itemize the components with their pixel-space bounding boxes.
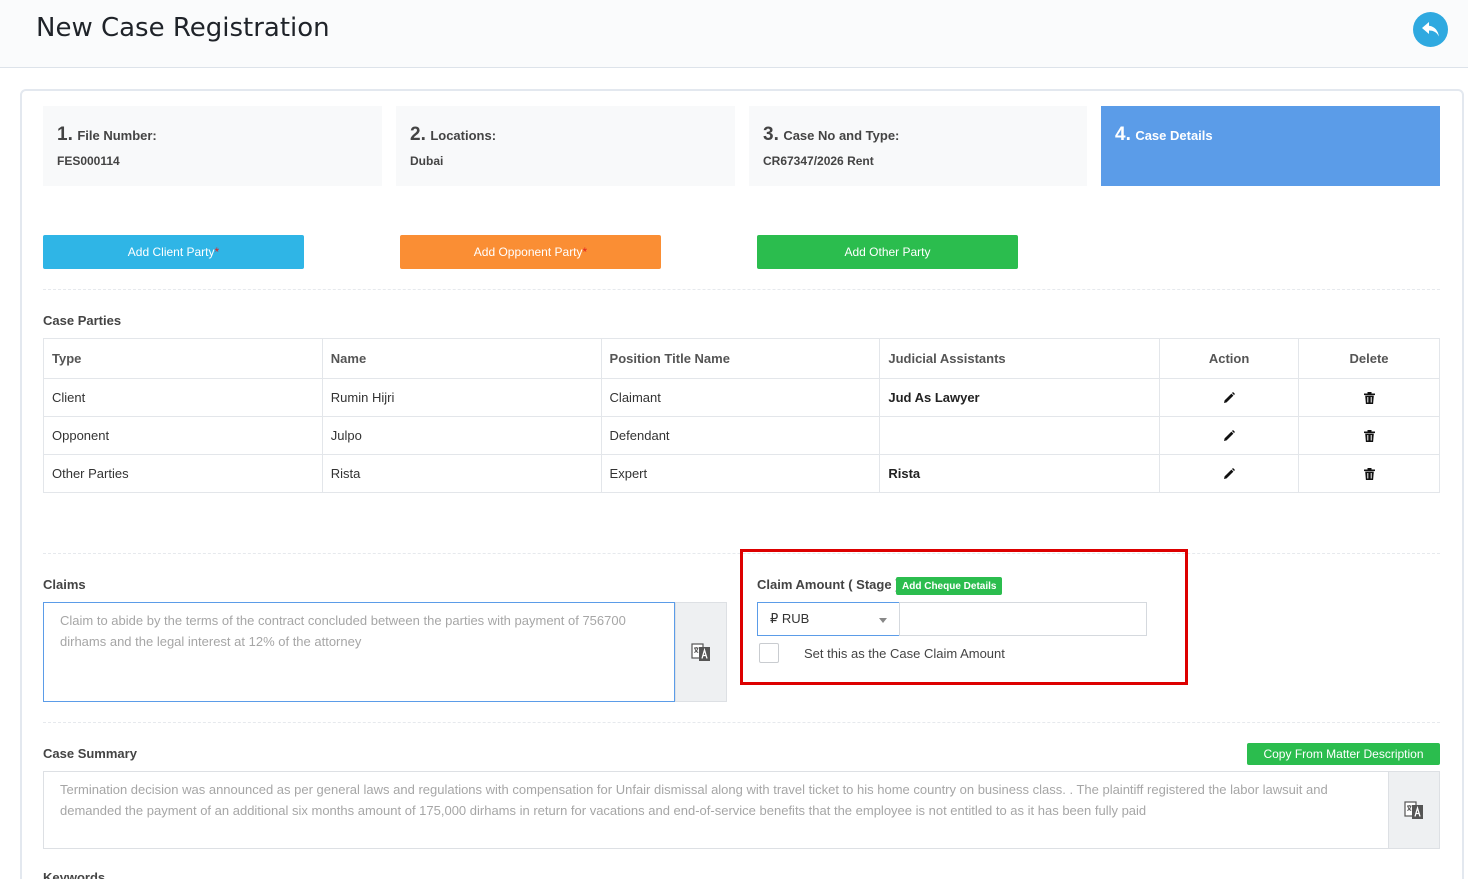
case-summary-translate-button[interactable] [1388,771,1440,849]
step-number: 4. [1115,124,1131,145]
button-label: Add Client Party [127,245,215,259]
trash-icon[interactable] [1360,389,1378,407]
party-position: Expert [600,454,881,493]
delete-cell [1298,454,1440,493]
currency-value: ₽ RUB [770,611,810,626]
pencil-icon[interactable] [1220,389,1238,407]
claims-label: Claims [43,577,86,592]
pencil-icon[interactable] [1220,427,1238,445]
step-case-no-type[interactable]: 3. Case No and Type: CR67347/2026 Rent [749,106,1087,186]
checkbox-label: Set this as the Case Claim Amount [804,646,1005,661]
table-row: Opponent Julpo Defendant [43,416,1440,455]
trash-icon[interactable] [1360,427,1378,445]
claims-translate-button[interactable] [675,602,727,702]
add-other-party-button[interactable]: Add Other Party [757,235,1018,269]
divider [43,722,1440,723]
party-type: Other Parties [43,454,323,493]
column-header: Position Title Name [600,338,881,379]
action-cell [1159,416,1300,455]
delete-cell [1298,378,1440,417]
button-label: Add Opponent Party [473,245,583,259]
claim-amount-label: Claim Amount ( Stage ) [757,577,900,592]
required-mark: * [214,245,220,259]
party-name: Rista [321,454,602,493]
step-case-details[interactable]: 4. Case Details [1101,106,1440,186]
reply-icon [1421,21,1439,36]
action-cell [1159,378,1300,417]
step-label: Case Details [1135,128,1213,143]
step-value: CR67347/2026 Rent [763,154,874,168]
party-type: Opponent [43,416,323,455]
column-header: Name [321,338,602,379]
button-label: Add Other Party [844,245,931,259]
case-summary-label: Case Summary [43,746,137,761]
table-header-row: Type Name Position Title Name Judicial A… [43,338,1440,379]
column-header: Type [43,338,323,379]
claim-amount-input[interactable] [899,602,1147,636]
required-mark: * [582,245,588,259]
step-file-number[interactable]: 1. File Number: FES000114 [43,106,382,186]
step-value: FES000114 [57,154,120,168]
currency-select[interactable]: ₽ RUB [757,602,900,636]
table-row: Client Rumin Hijri Claimant Jud As Lawye… [43,378,1440,417]
party-position: Defendant [600,416,881,455]
column-header: Delete [1298,338,1440,379]
case-parties-label: Case Parties [43,313,122,328]
translate-icon [691,643,710,661]
copy-from-matter-description-button[interactable]: Copy From Matter Description [1247,743,1440,765]
page-title: New Case Registration [36,13,330,43]
party-name: Julpo [321,416,602,455]
add-client-party-button[interactable]: Add Client Party * [43,235,304,269]
case-summary-textarea[interactable]: Termination decision was announced as pe… [43,771,1389,849]
divider [43,289,1440,290]
step-number: 1. [57,124,73,145]
step-label: Case No and Type: [783,128,900,143]
case-claim-amount-checkbox[interactable] [759,643,779,663]
step-label: Locations: [430,128,497,143]
step-value: Dubai [410,154,444,168]
column-header: Judicial Assistants [879,338,1161,379]
case-parties-table: Type Name Position Title Name Judicial A… [43,338,1440,493]
delete-cell [1298,416,1440,455]
keywords-label: Keywords [43,870,106,879]
add-opponent-party-button[interactable]: Add Opponent Party * [400,235,661,269]
step-locations[interactable]: 2. Locations: Dubai [396,106,735,186]
step-label: File Number: [77,128,157,143]
column-header: Action [1159,338,1300,379]
chevron-down-icon [879,618,887,623]
step-number: 2. [410,124,426,145]
translate-icon [1404,801,1423,819]
table-row: Other Parties Rista Expert Rista [43,454,1440,493]
action-cell [1159,454,1300,493]
party-position: Claimant [600,378,881,417]
party-judicial-assistant [879,416,1161,455]
claims-textarea[interactable]: Claim to abide by the terms of the contr… [43,602,675,702]
party-type: Client [43,378,323,417]
party-judicial-assistant: Rista [879,454,1161,493]
back-button[interactable] [1413,12,1448,47]
pencil-icon[interactable] [1220,465,1238,483]
top-bar: New Case Registration [0,0,1468,68]
party-name: Rumin Hijri [321,378,602,417]
step-number: 3. [763,124,779,145]
party-judicial-assistant: Jud As Lawyer [879,378,1161,417]
trash-icon[interactable] [1360,465,1378,483]
add-cheque-details-button[interactable]: Add Cheque Details [896,577,1003,595]
